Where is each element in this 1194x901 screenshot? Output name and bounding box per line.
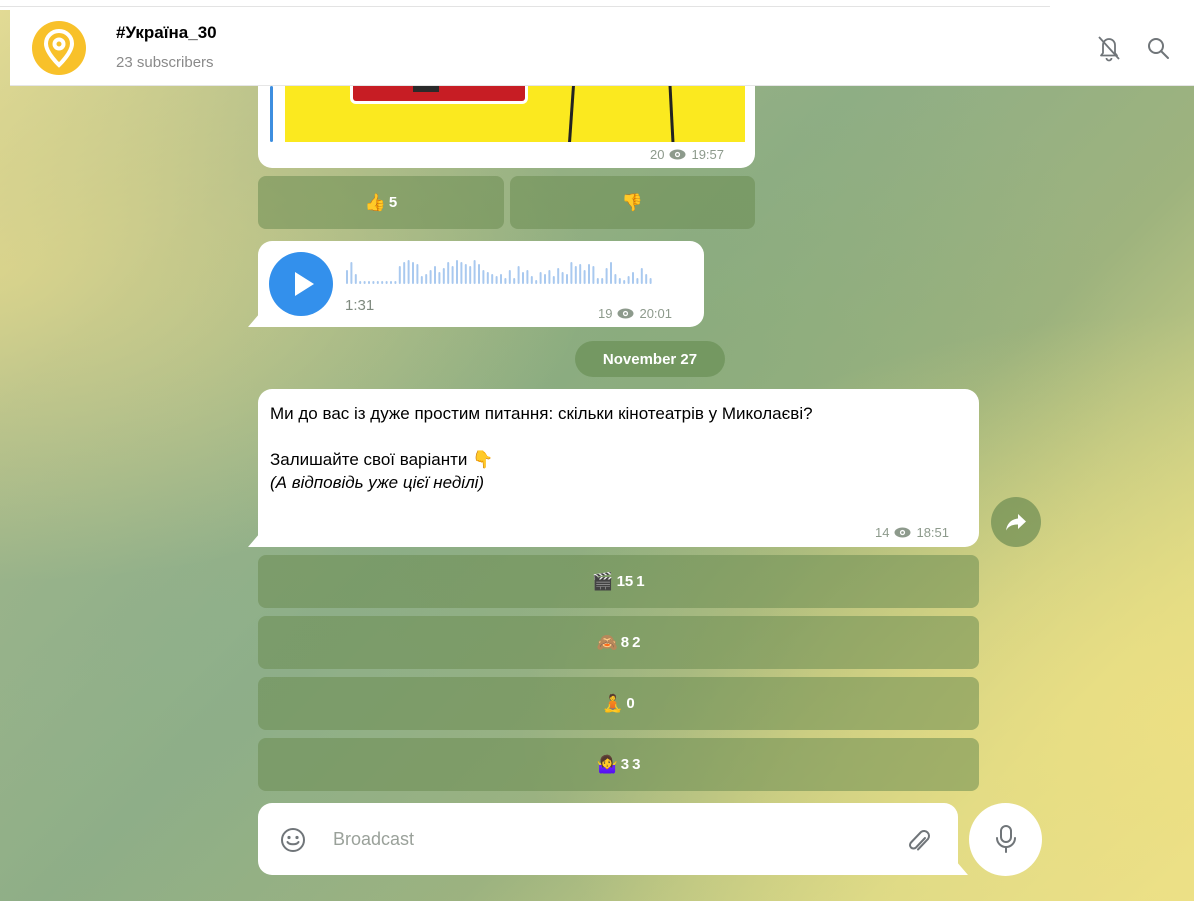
photo-message[interactable]: 20 19:57 [258, 86, 755, 168]
option-label: 8 [620, 634, 630, 651]
reaction-button-dislike[interactable]: 👎 [510, 176, 755, 229]
location-pin-icon [43, 28, 75, 68]
subscriber-count: 23 subscribers [116, 54, 214, 71]
voice-duration: 1:31 [345, 297, 375, 314]
chat-header[interactable]: #Україна_30 23 subscribers [10, 10, 1194, 86]
bell-off-icon[interactable] [1096, 34, 1122, 62]
message-time: 20:01 [639, 306, 673, 321]
channel-title[interactable]: #Україна_30 [116, 23, 217, 43]
see-no-evil-monkey-icon: 🙈 [596, 632, 618, 652]
date-separator: November 27 [575, 341, 725, 377]
message-photo[interactable] [285, 86, 745, 142]
attach-icon[interactable] [906, 827, 932, 855]
message-line: Ми до вас із дуже простим питання: скіль… [270, 404, 813, 423]
message-meta: 19 20:01 [598, 306, 672, 321]
option-count: 0 [626, 695, 635, 712]
meditation-icon: 🧘 [602, 693, 624, 713]
window-top-strip [0, 0, 1194, 10]
poll-option-button[interactable]: 🧘 0 [258, 677, 979, 730]
thumbs-down-icon: 👎 [621, 192, 644, 212]
poll-option-button[interactable]: 🎬 15 1 [258, 555, 979, 608]
poll-option-button[interactable]: 🙈 8 2 [258, 616, 979, 669]
message-composer[interactable]: Broadcast [258, 803, 968, 875]
waveform[interactable] [346, 258, 666, 286]
option-label: 3 [620, 756, 630, 773]
message-line: Залишайте свої варіанти 👇 [270, 450, 494, 469]
view-count: 14 [875, 525, 890, 540]
text-message[interactable]: Ми до вас із дуже простим питання: скіль… [248, 389, 979, 547]
view-count: 19 [598, 306, 613, 321]
option-count: 1 [636, 573, 645, 590]
poll-option-button[interactable]: 🤷‍♀️ 3 3 [258, 738, 979, 791]
quote-bar [270, 86, 273, 142]
clapper-icon: 🎬 [592, 571, 614, 591]
message-line: (А відповідь уже цієї неділі) [270, 473, 485, 492]
option-count: 2 [632, 634, 641, 651]
message-meta: 20 19:57 [650, 147, 724, 162]
reaction-button-like[interactable]: 👍 5 [258, 176, 504, 229]
option-label: 15 [616, 573, 634, 590]
message-time: 18:51 [916, 525, 950, 540]
channel-avatar[interactable] [32, 21, 86, 75]
message-text: Ми до вас із дуже простим питання: скіль… [270, 402, 950, 494]
option-count: 3 [632, 756, 641, 773]
emoji-icon[interactable] [280, 827, 306, 853]
thumbs-up-icon: 👍 [364, 192, 386, 212]
message-time: 19:57 [691, 147, 725, 162]
eye-icon [669, 149, 686, 160]
search-icon[interactable] [1146, 36, 1170, 60]
voice-message[interactable]: 1:31 19 20:01 [248, 241, 704, 327]
reaction-count: 5 [388, 194, 398, 211]
microphone-button[interactable] [969, 803, 1042, 876]
share-button[interactable] [991, 497, 1041, 547]
share-icon [1006, 514, 1026, 531]
view-count: 20 [650, 147, 665, 162]
play-button[interactable] [269, 252, 333, 316]
broadcast-input[interactable]: Broadcast [333, 829, 414, 850]
eye-icon [894, 527, 911, 538]
microphone-icon [996, 825, 1016, 853]
shrug-icon: 🤷‍♀️ [596, 754, 618, 774]
message-meta: 14 18:51 [875, 525, 949, 540]
eye-icon [617, 308, 634, 319]
